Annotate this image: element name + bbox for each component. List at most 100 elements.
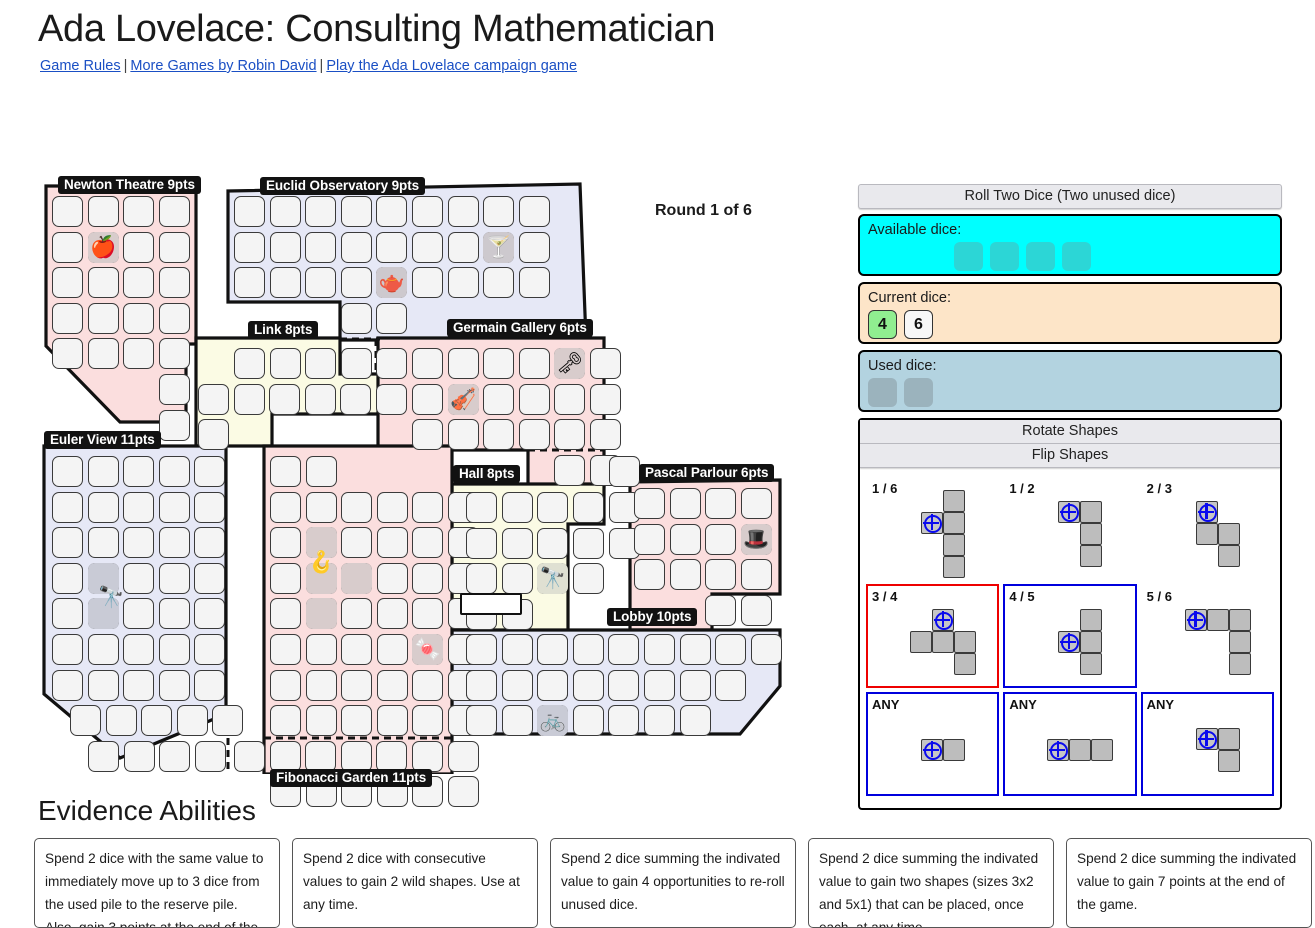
current-die[interactable]: 6	[904, 310, 933, 339]
evidence-cards-row: Spend 2 dice with the same value to imme…	[34, 838, 1312, 928]
board-cell-highlight	[87, 598, 119, 630]
available-dice-row[interactable]	[954, 242, 1272, 271]
board-cell-highlight	[305, 598, 337, 630]
evidence-card[interactable]: Spend 2 dice summing the indivated value…	[808, 838, 1054, 928]
available-die[interactable]	[990, 242, 1019, 271]
shape-canvas	[1005, 586, 1134, 686]
evidence-section-title: Evidence Abilities	[38, 795, 256, 826]
shape-cell	[943, 739, 965, 761]
used-die[interactable]	[868, 378, 897, 407]
available-die[interactable]	[1062, 242, 1091, 271]
shape-anchor-cell	[1058, 631, 1081, 653]
region-label-newton-theatre: Newton Theatre 9pts	[58, 176, 201, 194]
region-label-germain-gallery: Germain Gallery 6pts	[447, 319, 593, 337]
shape-cell	[1206, 609, 1229, 631]
shape-anchor-cell	[1184, 609, 1207, 631]
shape-cell	[1228, 653, 1251, 675]
used-dice-row[interactable]	[868, 378, 1272, 407]
crosshair-icon	[1205, 503, 1208, 519]
shape-card[interactable]: ANY	[1140, 692, 1274, 796]
region-label-fibonacci-garden: Fibonacci Garden 11pts	[270, 769, 433, 787]
shape-grid[interactable]: 1 / 61 / 22 / 33 / 44 / 55 / 6 ANY ANY ANY	[860, 468, 1280, 802]
link-game-rules[interactable]: Game Rules	[40, 58, 121, 74]
shape-card[interactable]: 1 / 2	[1003, 476, 1136, 580]
shape-canvas	[1005, 478, 1134, 578]
page-title: Ada Lovelace: Consulting Mathematician	[38, 8, 716, 50]
shape-card[interactable]: 1 / 6	[866, 476, 999, 580]
current-dice-label: Current dice:	[868, 290, 952, 306]
game-board-map[interactable]: 🍎 🍸 🫖 🗝 🎻 🔭 🎩 🔭 🪝 🍬 🚲 Newton Theatre 9pts Euclid O…	[0, 74, 840, 808]
shape-cell	[954, 631, 976, 653]
current-dice-row[interactable]: 46	[868, 310, 1272, 339]
link-separator-2: |	[319, 58, 324, 74]
board-cell[interactable]	[448, 776, 479, 808]
crosshair-icon	[1056, 741, 1060, 757]
region-label-hall: Hall 8pts	[453, 465, 521, 483]
shape-cell	[943, 556, 965, 578]
board-cell-highlight	[412, 634, 444, 665]
board-cell-highlight	[87, 562, 119, 594]
available-die[interactable]	[1026, 242, 1055, 271]
shape-cell	[943, 512, 965, 534]
current-dice-box[interactable]: Current dice: 46	[858, 282, 1282, 344]
rotate-shapes-button[interactable]: Rotate Shapes	[860, 420, 1280, 444]
shape-cell	[1080, 609, 1103, 631]
used-dice-box[interactable]: Used dice:	[858, 350, 1282, 412]
shape-cell	[1228, 631, 1251, 653]
shape-card[interactable]: 2 / 3	[1141, 476, 1274, 580]
shape-cell	[1228, 609, 1251, 631]
available-dice-box[interactable]: Available dice:	[858, 214, 1282, 276]
board-cell-highlight	[305, 527, 337, 559]
flip-shapes-button[interactable]: Flip Shapes	[860, 444, 1280, 468]
evidence-card[interactable]: Spend 2 dice with consecutive values to …	[292, 838, 538, 928]
available-die[interactable]	[954, 242, 983, 271]
shape-canvas	[868, 586, 997, 686]
shape-anchor-cell	[932, 609, 954, 631]
current-die[interactable]: 4	[868, 310, 897, 339]
region-label-euclid-observatory: Euclid Observatory 9pts	[260, 177, 426, 195]
shape-cell	[1080, 501, 1103, 523]
region-label-euler-view: Euler View 11pts	[44, 431, 161, 449]
shape-anchor-cell	[1058, 501, 1081, 523]
board-cell-highlight	[483, 231, 515, 263]
shape-card[interactable]: 5 / 6	[1141, 584, 1274, 688]
shape-anchor-cell	[1195, 501, 1218, 523]
shape-cell	[1217, 750, 1240, 772]
region-label-pascal-parlour: Pascal Parlour 6pts	[639, 464, 775, 482]
shape-cell	[1217, 728, 1240, 750]
roll-dice-button[interactable]: Roll Two Dice (Two unused dice)	[858, 184, 1282, 209]
board-cell-highlight	[376, 267, 408, 299]
link-more-games[interactable]: More Games by Robin David	[130, 58, 316, 74]
shape-cell	[1080, 631, 1103, 653]
board-cell-highlight	[87, 231, 119, 263]
region-label-lobby: Lobby 10pts	[607, 608, 698, 626]
link-campaign-game[interactable]: Play the Ada Lovelace campaign game	[326, 58, 577, 74]
used-dice-label: Used dice:	[868, 358, 937, 374]
board-cell-highlight	[740, 523, 772, 555]
available-dice-label: Available dice:	[868, 222, 962, 238]
shapes-panel: Rotate Shapes Flip Shapes 1 / 61 / 22 / …	[858, 418, 1282, 810]
shape-cell	[1069, 739, 1092, 761]
board-cell-highlight	[554, 348, 586, 379]
board-cell-highlight	[447, 383, 479, 415]
evidence-card[interactable]: Spend 2 dice summing the indivated value…	[550, 838, 796, 928]
crosshair-icon	[941, 611, 944, 627]
shape-cell	[1195, 523, 1218, 545]
evidence-card[interactable]: Spend 2 dice summing the indivated value…	[1066, 838, 1312, 928]
shape-card[interactable]: ANY	[866, 692, 1000, 796]
shape-cell	[943, 490, 965, 512]
shape-card[interactable]: 3 / 4	[866, 584, 1000, 688]
shape-cell	[910, 631, 932, 653]
used-die[interactable]	[904, 378, 933, 407]
shape-cell	[1091, 739, 1114, 761]
round-indicator: Round 1 of 6	[655, 202, 752, 219]
shape-card[interactable]: 4 / 5	[1003, 584, 1137, 688]
evidence-card[interactable]: Spend 2 dice with the same value to imme…	[34, 838, 280, 928]
crosshair-icon	[1067, 633, 1071, 649]
shape-canvas	[1143, 694, 1272, 794]
link-separator-1: |	[123, 58, 128, 74]
shape-cell	[1217, 523, 1240, 545]
shape-card[interactable]: ANY	[1003, 692, 1137, 796]
shape-anchor-cell	[1195, 728, 1218, 750]
crosshair-icon	[930, 741, 933, 757]
